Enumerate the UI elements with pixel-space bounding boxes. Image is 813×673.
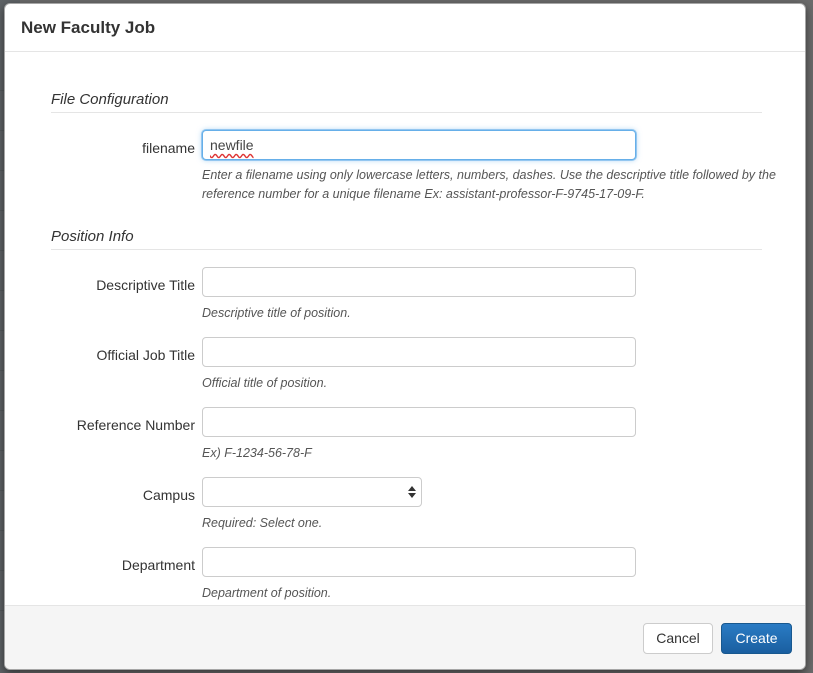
file-configuration-legend: File Configuration	[51, 91, 762, 113]
modal-body[interactable]: File Configuration filename newfile Ente…	[5, 53, 805, 605]
filename-label: filename	[142, 140, 195, 156]
reference-number-input[interactable]	[202, 407, 636, 437]
modal-title: New Faculty Job	[21, 18, 156, 37]
descriptive-title-help: Descriptive title of position.	[202, 306, 351, 320]
official-job-title-help: Official title of position.	[202, 376, 328, 390]
campus-help: Required: Select one.	[202, 516, 323, 530]
descriptive-title-label: Descriptive Title	[96, 277, 195, 293]
create-button[interactable]: Create	[721, 623, 792, 654]
official-job-title-label: Official Job Title	[96, 347, 195, 363]
new-faculty-job-dialog: New Faculty Job File Configuration filen…	[4, 3, 806, 670]
filename-value: newfile	[210, 137, 254, 153]
official-job-title-input[interactable]	[202, 337, 636, 367]
position-info-legend: Position Info	[51, 228, 762, 250]
department-input[interactable]	[202, 547, 636, 577]
reference-number-help: Ex) F-1234-56-78-F	[202, 446, 312, 460]
department-label: Department	[121, 557, 195, 573]
cancel-button[interactable]: Cancel	[643, 623, 713, 654]
modal-header: New Faculty Job	[5, 4, 805, 52]
filename-help: Enter a filename using only lowercase le…	[202, 168, 776, 201]
descriptive-title-input[interactable]	[202, 267, 636, 297]
campus-select[interactable]	[202, 477, 422, 507]
select-arrows-icon	[408, 486, 416, 498]
modal-footer: Cancel Create	[5, 605, 805, 669]
department-help: Department of position.	[202, 586, 332, 600]
campus-label: Campus	[142, 487, 195, 503]
filename-input[interactable]: newfile	[202, 130, 636, 160]
reference-number-label: Reference Number	[76, 417, 195, 433]
